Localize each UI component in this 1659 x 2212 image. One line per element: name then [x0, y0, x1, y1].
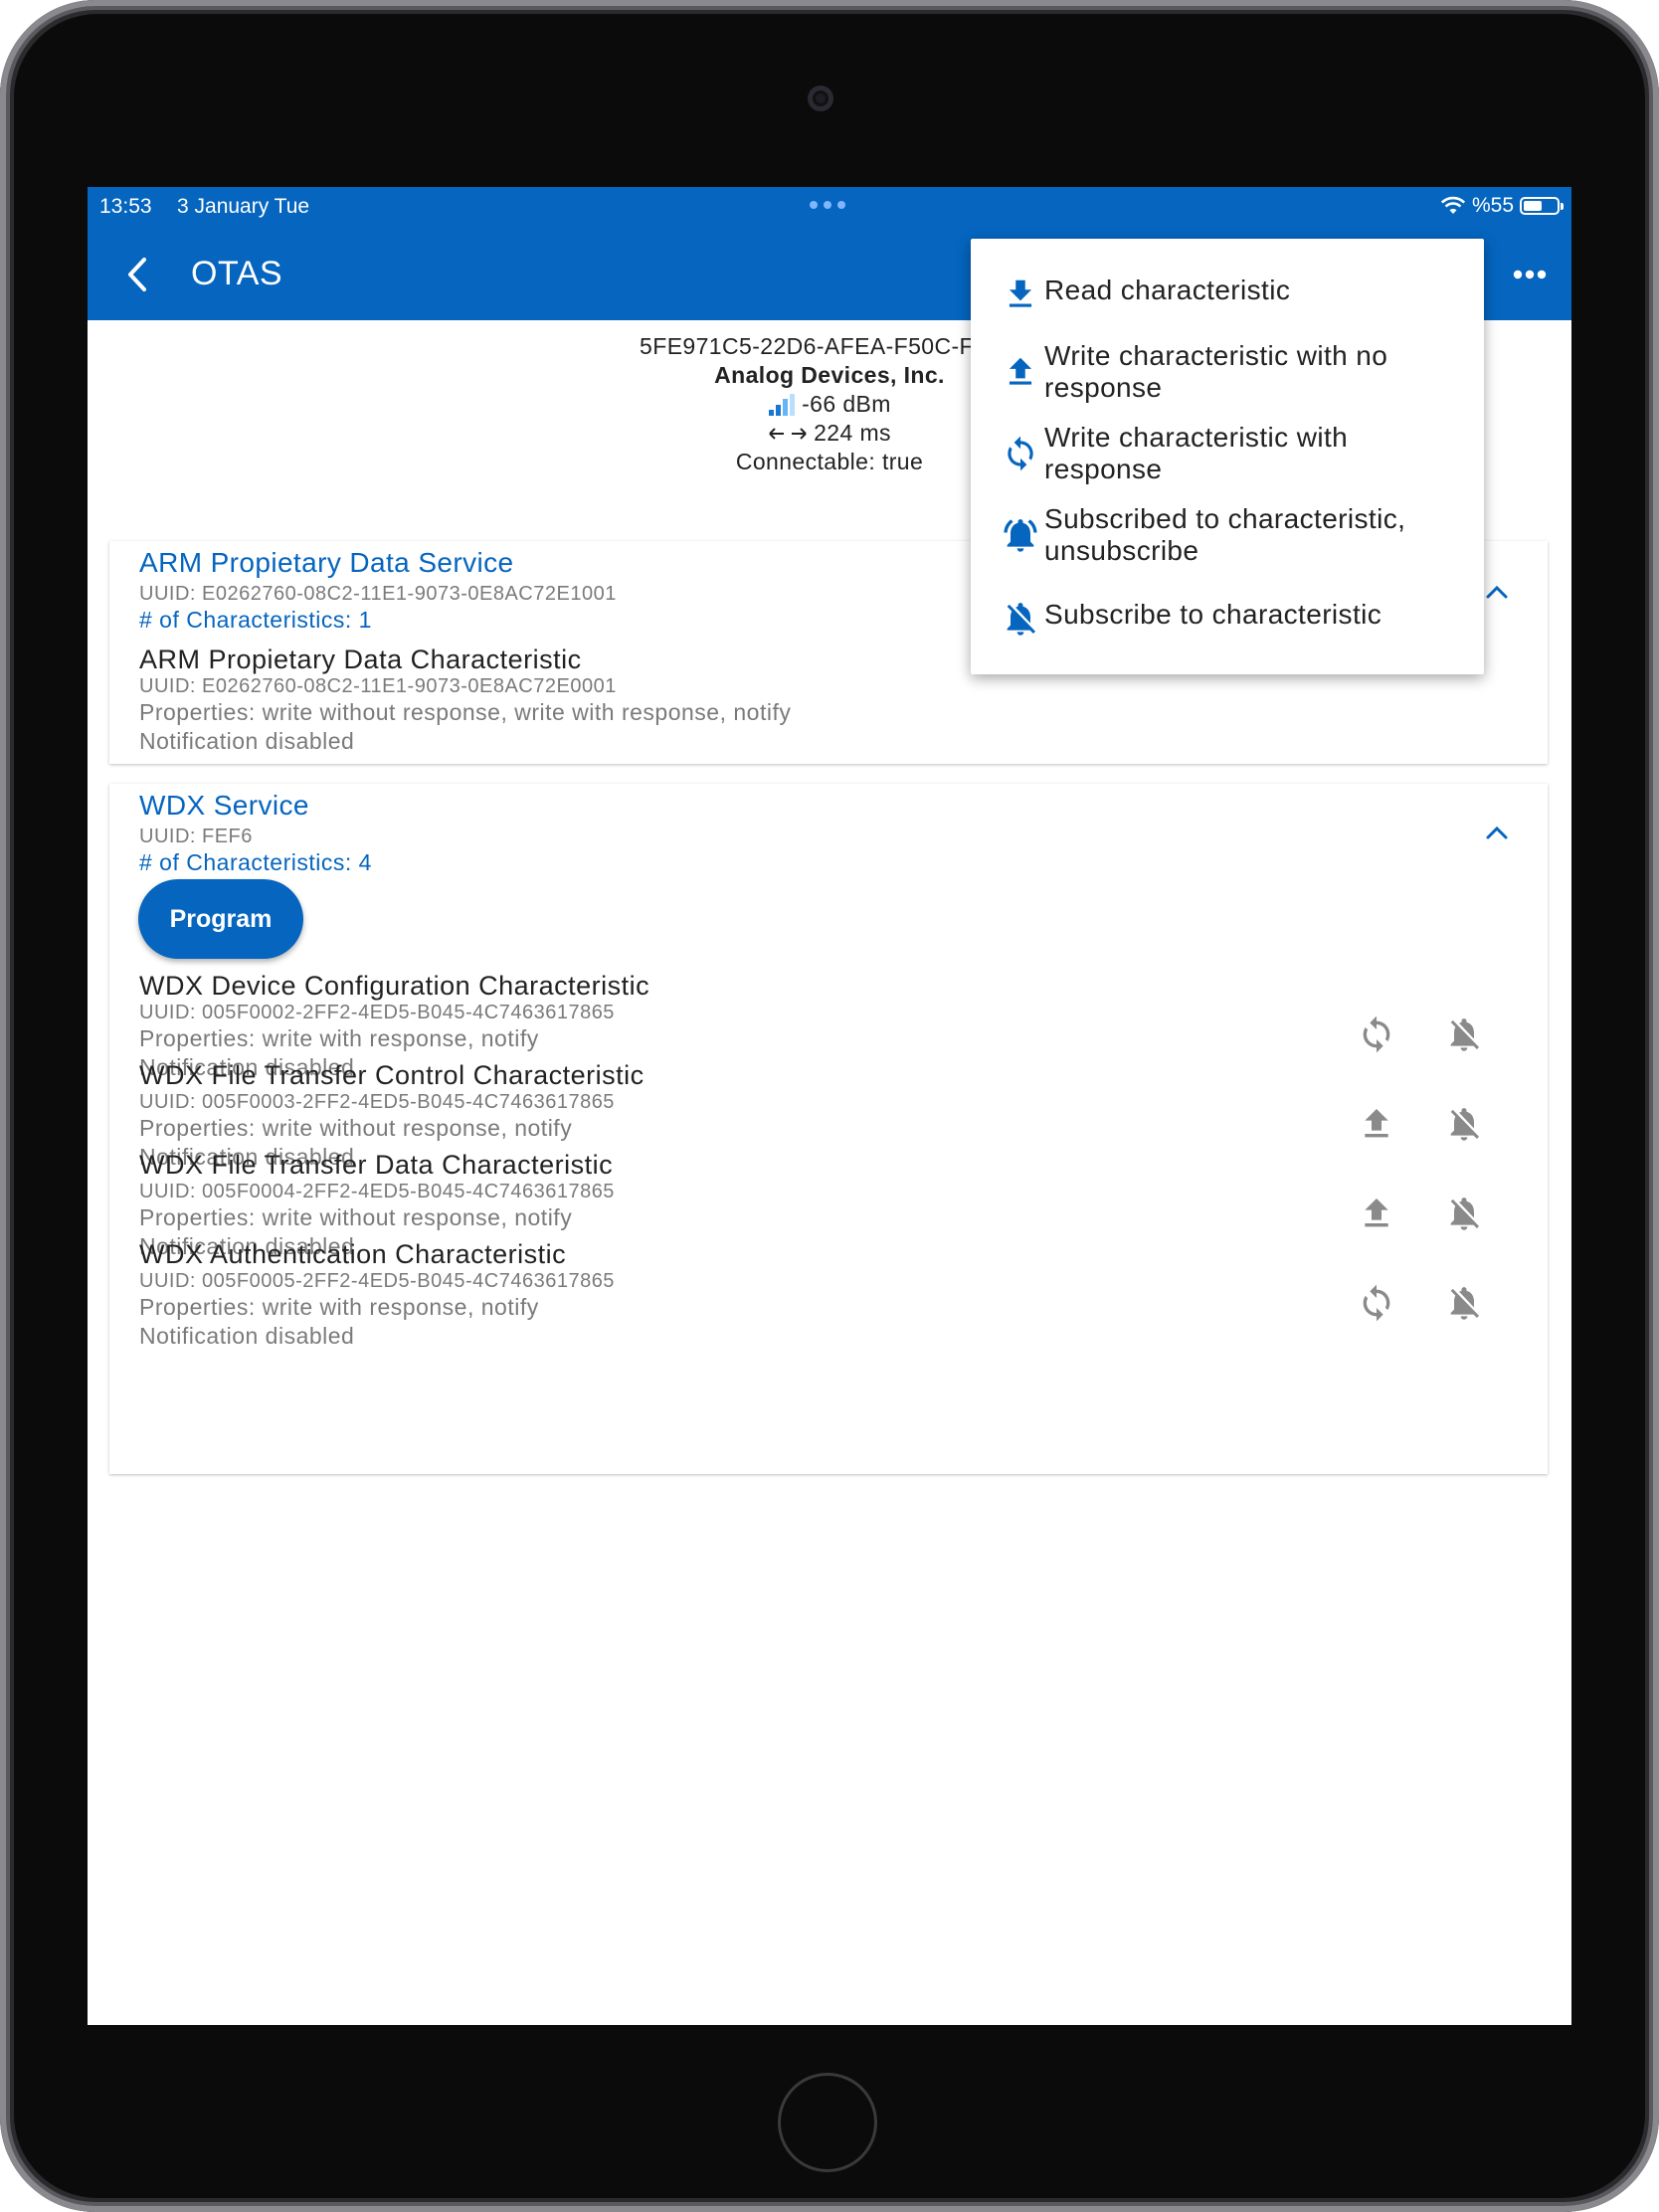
chevron-up-icon	[1486, 826, 1508, 839]
characteristic-notification: Notification disabled	[139, 728, 355, 754]
battery-percent: %55	[1471, 194, 1514, 217]
characteristic-row[interactable]: WDX Authentication Characteristic UUID: …	[139, 1239, 1532, 1351]
actions-menu: Read characteristic Write characteristic…	[971, 239, 1484, 674]
subscribe-button[interactable]	[1440, 1279, 1488, 1327]
screen: 13:53 3 January Tue %55 OTAS 5FE971C5-22…	[88, 187, 1571, 2025]
subscribe-button[interactable]	[1440, 1011, 1488, 1058]
service-name[interactable]: WDX Service	[139, 790, 309, 822]
characteristics-count: # of Characteristics: 1	[139, 607, 372, 633]
write-with-response-button[interactable]	[1353, 1011, 1400, 1058]
rssi-value: -66 dBm	[802, 391, 891, 417]
more-horizontal-icon	[1513, 270, 1547, 279]
arrows-left-right-icon	[769, 427, 807, 440]
home-button[interactable]	[778, 2073, 877, 2172]
menu-item-label: Subscribe to characteristic	[1044, 599, 1382, 630]
service-name[interactable]: ARM Propietary Data Service	[139, 547, 513, 579]
menu-item-unsubscribe[interactable]: Subscribed to characteristic, unsubscrib…	[1001, 503, 1468, 567]
service-uuid: UUID: FEF6	[139, 826, 253, 847]
characteristic-uuid: UUID: 005F0002-2FF2-4ED5-B045-4C74636178…	[139, 1002, 615, 1023]
characteristic-uuid: UUID: E0262760-08C2-11E1-9073-0E8AC72E00…	[139, 675, 617, 697]
bell-off-icon	[1450, 1018, 1479, 1051]
interval-value: 224 ms	[814, 420, 891, 446]
upload-icon	[1001, 352, 1040, 392]
signal-strength-icon	[769, 393, 796, 416]
bell-ringing-icon	[1001, 515, 1040, 555]
menu-item-read[interactable]: Read characteristic	[1001, 275, 1468, 314]
characteristic-properties: Properties: write without response, writ…	[139, 699, 792, 725]
collapse-button[interactable]	[1482, 577, 1512, 607]
front-camera	[808, 86, 833, 111]
collapse-button[interactable]	[1482, 818, 1512, 847]
characteristic-notification: Notification disabled	[139, 1323, 355, 1349]
characteristic-uuid: UUID: 005F0004-2FF2-4ED5-B045-4C74636178…	[139, 1181, 615, 1202]
menu-item-label: Write characteristic with response	[1044, 422, 1349, 484]
program-button[interactable]: Program	[138, 879, 303, 959]
page-title: OTAS	[191, 255, 283, 292]
service-card-wdx: WDX Service UUID: FEF6 # of Characterist…	[109, 784, 1548, 1474]
multitasking-dots-icon[interactable]	[810, 201, 845, 209]
characteristic-name: WDX File Transfer Data Characteristic	[139, 1150, 614, 1180]
status-indicators: %55	[1440, 194, 1564, 218]
service-uuid: UUID: E0262760-08C2-11E1-9073-0E8AC72E10…	[139, 583, 617, 605]
sync-icon	[1001, 434, 1040, 473]
characteristic-uuid: UUID: 005F0003-2FF2-4ED5-B045-4C74636178…	[139, 1091, 615, 1113]
characteristics-count: # of Characteristics: 4	[139, 849, 372, 875]
characteristic-name: WDX Device Configuration Characteristic	[139, 971, 650, 1001]
sync-icon	[1363, 1284, 1390, 1322]
tablet-frame: 13:53 3 January Tue %55 OTAS 5FE971C5-22…	[0, 0, 1659, 2212]
chevron-up-icon	[1486, 585, 1508, 599]
characteristic-uuid: UUID: 005F0005-2FF2-4ED5-B045-4C74636178…	[139, 1270, 615, 1292]
menu-item-label: Write characteristic with no response	[1044, 340, 1388, 403]
back-button[interactable]	[111, 249, 163, 300]
characteristic-name: WDX File Transfer Control Characteristic	[139, 1060, 645, 1090]
write-with-response-button[interactable]	[1353, 1279, 1400, 1327]
bell-off-icon	[1450, 1198, 1479, 1230]
upload-icon	[1365, 1109, 1388, 1138]
bell-off-icon	[1001, 599, 1040, 639]
battery-icon	[1520, 197, 1564, 215]
menu-item-label: Read characteristic	[1044, 275, 1291, 305]
subscribe-button[interactable]	[1440, 1190, 1488, 1237]
menu-item-write-with-response[interactable]: Write characteristic with response	[1001, 422, 1468, 485]
characteristic-properties: Properties: write with response, notify	[139, 1025, 539, 1051]
write-no-response-button[interactable]	[1353, 1100, 1400, 1148]
bell-off-icon	[1450, 1108, 1479, 1141]
wifi-icon	[1440, 196, 1466, 214]
characteristic-properties: Properties: write with response, notify	[139, 1294, 539, 1320]
characteristic-properties: Properties: write without response, noti…	[139, 1204, 573, 1230]
status-bar: 13:53 3 January Tue %55	[88, 187, 1571, 229]
characteristic-name: WDX Authentication Characteristic	[139, 1239, 567, 1269]
upload-icon	[1365, 1198, 1388, 1227]
more-options-button[interactable]	[1506, 253, 1554, 296]
status-time: 13:53	[99, 195, 152, 218]
sync-icon	[1363, 1015, 1390, 1053]
menu-item-write-no-response[interactable]: Write characteristic with no response	[1001, 340, 1468, 404]
menu-item-label: Subscribed to characteristic, unsubscrib…	[1044, 503, 1406, 566]
bell-off-icon	[1450, 1287, 1479, 1320]
chevron-left-icon	[128, 258, 146, 291]
write-no-response-button[interactable]	[1353, 1190, 1400, 1237]
subscribe-button[interactable]	[1440, 1100, 1488, 1148]
status-date: 3 January Tue	[177, 195, 310, 218]
characteristic-properties: Properties: write without response, noti…	[139, 1115, 573, 1141]
menu-item-subscribe[interactable]: Subscribe to characteristic	[1001, 599, 1468, 639]
download-icon	[1001, 275, 1040, 314]
